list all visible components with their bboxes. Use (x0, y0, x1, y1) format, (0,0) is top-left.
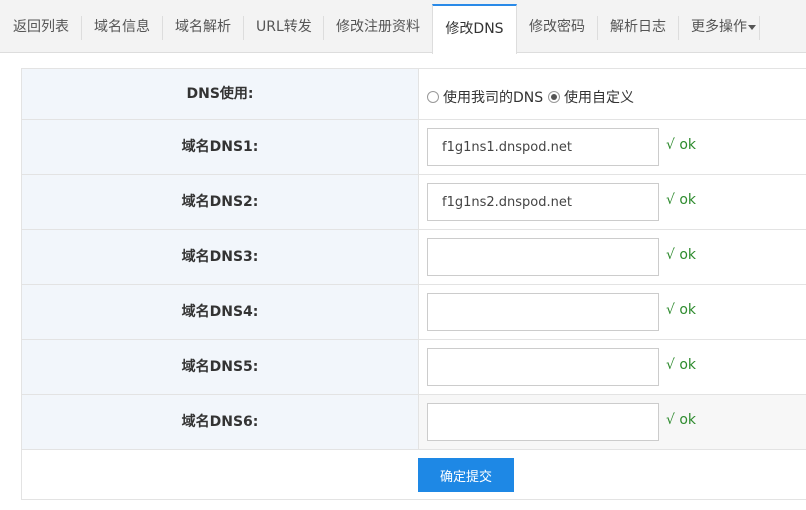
dns5-input[interactable] (427, 348, 659, 386)
dns1-status: √ ok (666, 137, 697, 153)
tab-divider (162, 16, 163, 40)
dns5-row: 域名DNS5: √ ok (22, 340, 806, 395)
radio-label-custom: 使用自定义 (564, 90, 634, 106)
dns-usage-row: DNS使用: 使用我司的DNS 使用自定义 (22, 69, 806, 120)
dns4-value-cell: √ ok (419, 285, 806, 339)
dns2-row: 域名DNS2: √ ok (22, 175, 806, 230)
dns4-status: √ ok (666, 302, 697, 318)
tab-domain-info[interactable]: 域名信息 (94, 8, 150, 46)
dns-usage-options: 使用我司的DNS 使用自定义 (419, 69, 806, 119)
dns6-row: 域名DNS6: √ ok (22, 395, 806, 450)
radio-unchecked-icon[interactable] (427, 91, 439, 103)
tab-divider (597, 16, 598, 40)
dns6-value-cell: √ ok (419, 395, 806, 449)
dns3-value-cell: √ ok (419, 230, 806, 284)
dns1-input[interactable] (427, 128, 659, 166)
dns2-input[interactable] (427, 183, 659, 221)
radio-label-my-dns: 使用我司的DNS (443, 90, 544, 106)
tab-back-to-list[interactable]: 返回列表 (13, 8, 69, 46)
dns1-label: 域名DNS1: (22, 120, 419, 174)
dns4-input[interactable] (427, 293, 659, 331)
dns6-input[interactable] (427, 403, 659, 441)
dns2-status: √ ok (666, 192, 697, 208)
dns-form: DNS使用: 使用我司的DNS 使用自定义 域名DNS1: √ ok 域名DNS… (21, 68, 806, 500)
radio-option-my-dns[interactable]: 使用我司的DNS (427, 87, 543, 107)
dns6-label: 域名DNS6: (22, 395, 419, 449)
dns1-value-cell: √ ok (419, 120, 806, 174)
dns-usage-label: DNS使用: (22, 69, 419, 119)
tab-resolution-log[interactable]: 解析日志 (610, 8, 666, 46)
dns4-row: 域名DNS4: √ ok (22, 285, 806, 340)
radio-checked-icon[interactable] (548, 91, 560, 103)
dns2-label: 域名DNS2: (22, 175, 419, 229)
tab-divider (678, 16, 679, 40)
dns2-value-cell: √ ok (419, 175, 806, 229)
dns5-status: √ ok (666, 357, 697, 373)
tab-domain-resolution[interactable]: 域名解析 (175, 8, 231, 46)
dns6-status: √ ok (666, 412, 697, 428)
submit-button[interactable]: 确定提交 (418, 458, 514, 492)
dns3-label: 域名DNS3: (22, 230, 419, 284)
caret-down-icon (748, 24, 756, 30)
dns1-row: 域名DNS1: √ ok (22, 120, 806, 175)
tab-divider (243, 16, 244, 40)
dns3-status: √ ok (666, 247, 697, 263)
dns5-label: 域名DNS5: (22, 340, 419, 394)
tab-more-actions[interactable]: 更多操作 (691, 8, 756, 46)
tab-change-password[interactable]: 修改密码 (529, 8, 585, 46)
tab-bar: 返回列表 域名信息 域名解析 URL转发 修改注册资料 修改DNS 修改密码 解… (0, 0, 806, 54)
dns3-input[interactable] (427, 238, 659, 276)
tab-divider (759, 16, 760, 40)
tab-edit-registration[interactable]: 修改注册资料 (336, 8, 420, 46)
tab-divider (81, 16, 82, 40)
dns4-label: 域名DNS4: (22, 285, 419, 339)
dns3-row: 域名DNS3: √ ok (22, 230, 806, 285)
tab-divider (323, 16, 324, 40)
tab-url-forward[interactable]: URL转发 (256, 8, 312, 46)
radio-option-custom[interactable]: 使用自定义 (548, 87, 634, 107)
tab-edit-dns[interactable]: 修改DNS (432, 4, 517, 54)
dns5-value-cell: √ ok (419, 340, 806, 394)
tab-more-actions-label: 更多操作 (691, 19, 747, 35)
